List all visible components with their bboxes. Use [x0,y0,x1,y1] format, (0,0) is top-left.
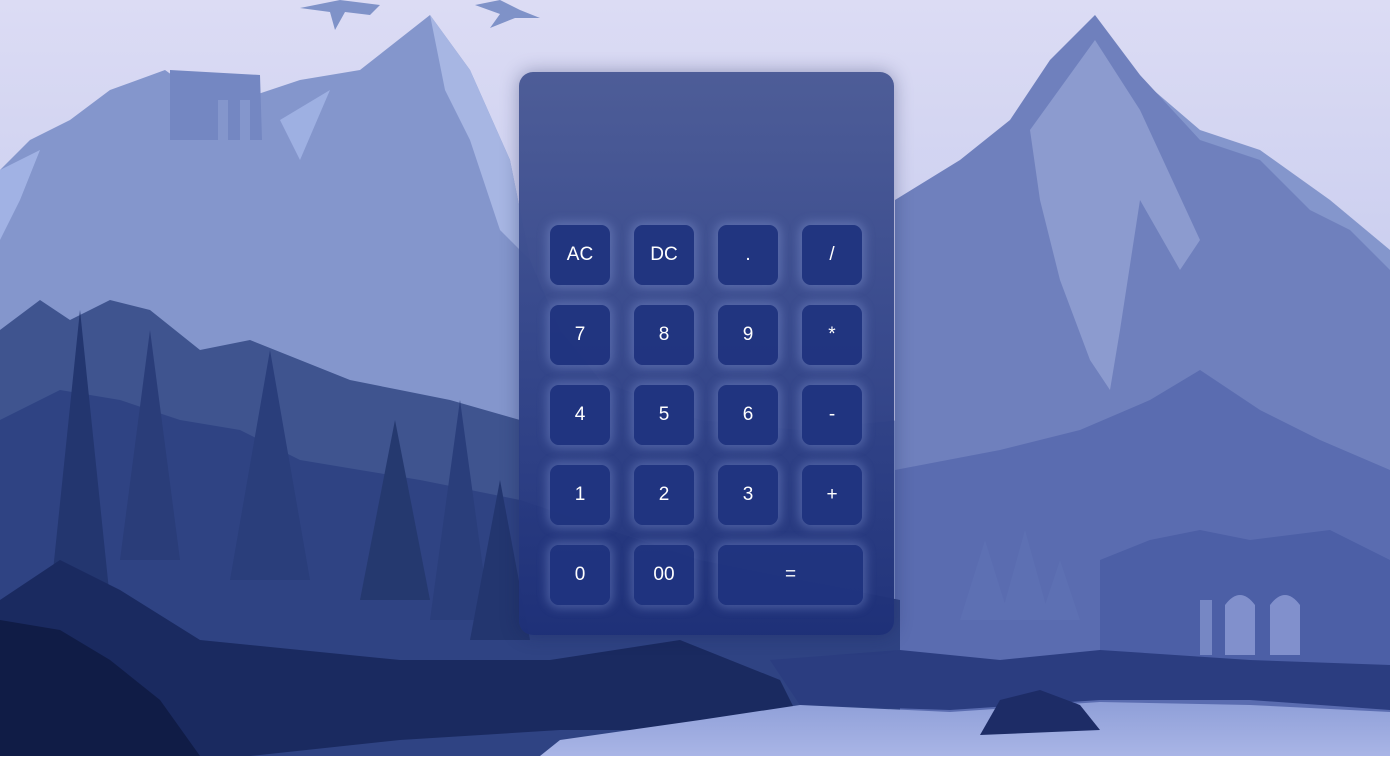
digit-7-button[interactable]: 7 [550,305,610,365]
digit-5-button[interactable]: 5 [634,385,694,445]
all-clear-button[interactable]: AC [550,225,610,285]
digit-3-button[interactable]: 3 [718,465,778,525]
multiply-button[interactable]: * [802,305,862,365]
decimal-point-button[interactable]: . [718,225,778,285]
digit-2-button[interactable]: 2 [634,465,694,525]
digit-6-button[interactable]: 6 [718,385,778,445]
calculator-panel: AC DC . / 7 8 9 * 4 5 6 - 1 2 3 + 0 00 = [519,72,894,635]
calculator-display [519,72,894,212]
add-button[interactable]: + [802,465,862,525]
digit-0-button[interactable]: 0 [550,545,610,605]
digit-9-button[interactable]: 9 [718,305,778,365]
divide-button[interactable]: / [802,225,862,285]
delete-char-button[interactable]: DC [634,225,694,285]
digit-4-button[interactable]: 4 [550,385,610,445]
digit-1-button[interactable]: 1 [550,465,610,525]
digit-8-button[interactable]: 8 [634,305,694,365]
double-zero-button[interactable]: 00 [634,545,694,605]
equals-button[interactable]: = [718,545,863,605]
subtract-button[interactable]: - [802,385,862,445]
